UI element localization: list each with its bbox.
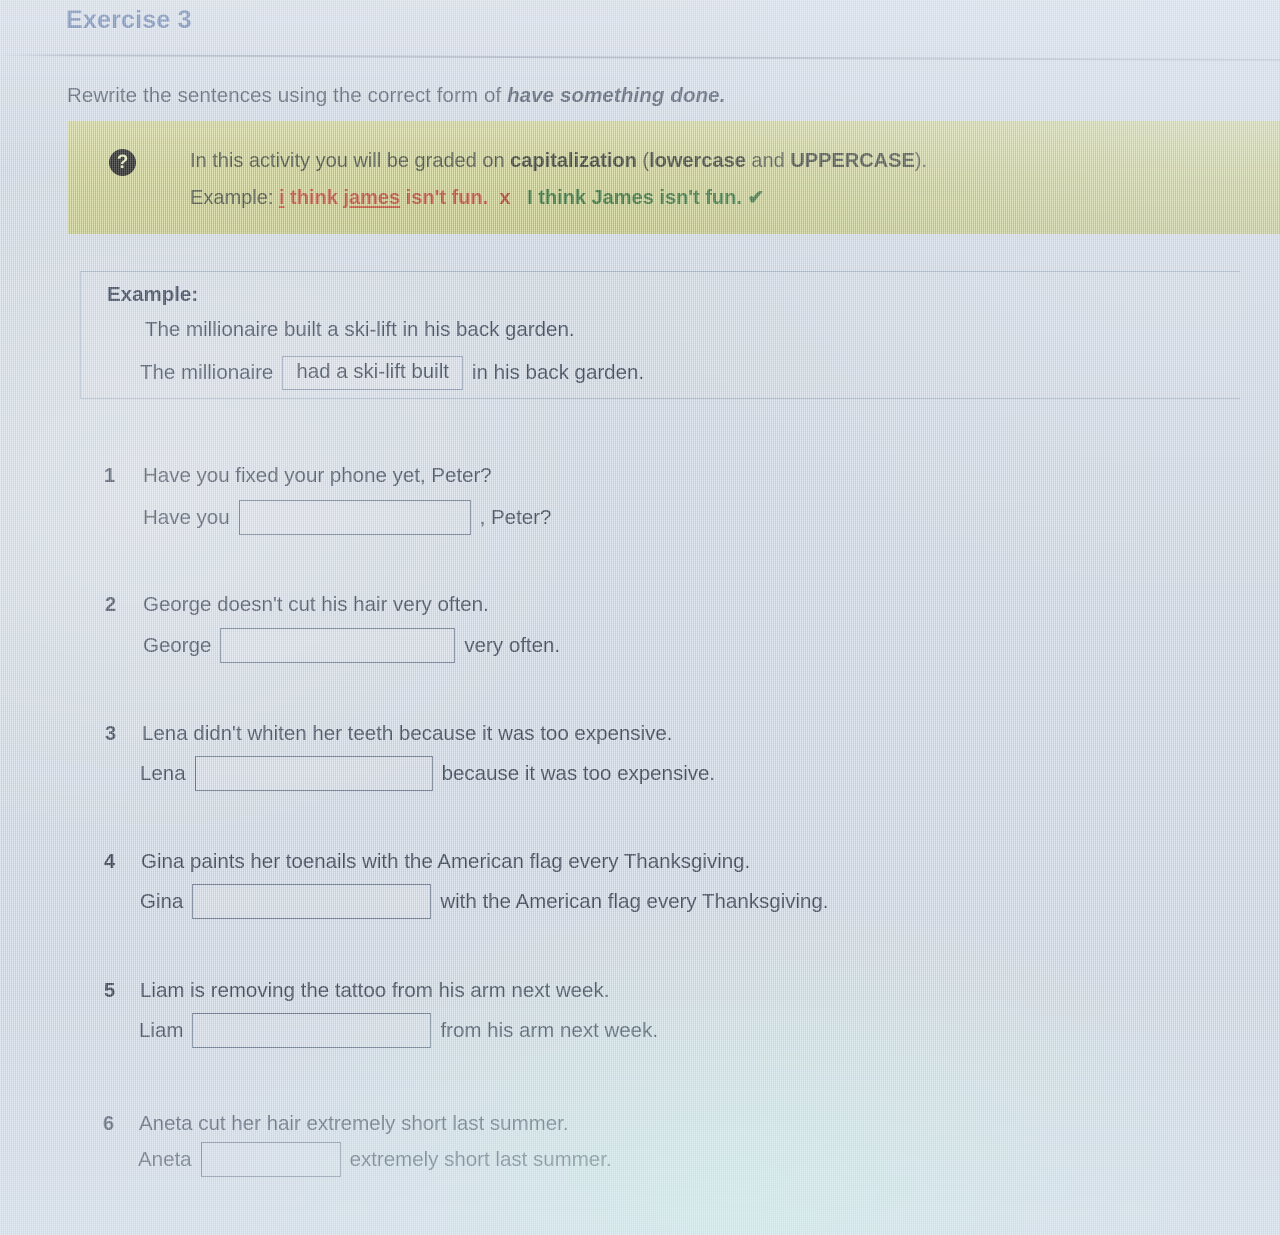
question-2-input[interactable] [220, 628, 456, 663]
instruction-italic: have something done. [507, 84, 726, 107]
question-mark-circle-icon: ? [109, 149, 136, 176]
question-1-answer-line: Have you , Peter? [143, 500, 551, 535]
notice-line-2: Example: i think james isn't fun. x I th… [190, 180, 927, 217]
notice-l1-bold-capitalization: capitalization [510, 150, 637, 172]
notice-example-label: Example: [190, 187, 279, 209]
question-6-prompt: Aneta cut her hair extremely short last … [139, 1112, 569, 1135]
question-1-input[interactable] [238, 500, 471, 535]
capitalization-notice: ? In this activity you will be graded on… [68, 121, 1280, 234]
example-rewrite-suffix: in his back garden. [472, 361, 645, 384]
notice-l1-a: In this activity you will be graded on [190, 150, 511, 172]
notice-l1-bold-uppercase: UPPERCASE [790, 150, 915, 172]
question-1-suffix: , Peter? [479, 505, 552, 529]
question-4-answer-line: Gina with the American flag every Thanks… [140, 884, 829, 919]
question-6-answer-line: Aneta extremely short last summer. [138, 1142, 612, 1177]
question-2-answer-line: George very often. [143, 628, 560, 663]
question-2-suffix: very often. [464, 633, 561, 657]
example-label: Example: [107, 283, 199, 306]
question-6-input[interactable] [200, 1142, 341, 1177]
page-title: Exercise 3 [66, 6, 192, 34]
question-3-prefix: Lena [140, 761, 186, 785]
question-5-suffix: from his arm next week. [440, 1018, 659, 1042]
notice-l1-d: ). [914, 150, 928, 172]
question-4-suffix: with the American flag every Thanksgivin… [440, 889, 829, 913]
question-6-suffix: extremely short last summer. [349, 1147, 612, 1171]
question-5-number: 5 [104, 980, 116, 1002]
question-2-prompt: George doesn't cut his hair very often. [143, 593, 489, 616]
question-1-prefix: Have you [143, 505, 230, 529]
notice-correct-sentence: I think James isn't fun. [527, 187, 742, 209]
instruction-prefix: Rewrite the sentences using the correct … [67, 84, 508, 107]
notice-wrong-tail: isn't fun. [400, 187, 489, 209]
question-2-prefix: George [143, 633, 212, 657]
question-1-prompt: Have you fixed your phone yet, Peter? [143, 464, 492, 487]
question-1-number: 1 [104, 465, 116, 487]
notice-l1-c: and [745, 150, 791, 172]
question-3-input[interactable] [194, 756, 433, 791]
notice-l1-bold-lowercase: lowercase [649, 150, 746, 172]
question-3-answer-line: Lena because it was too expensive. [140, 756, 715, 791]
question-5-prefix: Liam [139, 1018, 184, 1042]
question-5-prompt: Liam is removing the tattoo from his arm… [140, 979, 610, 1002]
question-5-answer-line: Liam from his arm next week. [139, 1013, 658, 1048]
example-rewrite-line: The millionaire had a ski-lift built in hi… [140, 356, 644, 390]
example-rewrite-prefix: The millionaire [140, 361, 274, 384]
example-original-sentence: The millionaire built a ski-lift in his … [145, 318, 575, 341]
question-4-number: 4 [104, 851, 116, 873]
instruction-text: Rewrite the sentences using the correct … [67, 84, 725, 108]
question-4-prompt: Gina paints her toenails with the Americ… [141, 850, 751, 873]
notice-wrong-james: james [343, 187, 401, 209]
question-3-number: 3 [105, 723, 117, 745]
worksheet-page: Exercise 3 Rewrite the sentences using t… [0, 0, 1280, 1235]
cross-icon: x [499, 187, 511, 209]
notice-l1-b: ( [636, 150, 650, 172]
question-3-prompt: Lena didn't whiten her teeth because it … [142, 722, 673, 745]
question-3-suffix: because it was too expensive. [441, 761, 716, 785]
check-icon: ✔ [747, 187, 765, 209]
question-6-number: 6 [103, 1113, 115, 1135]
question-4-prefix: Gina [140, 889, 184, 913]
notice-wrong-mid: think [284, 187, 344, 209]
notice-line-1: In this activity you will be graded on c… [190, 143, 927, 180]
header-divider [0, 54, 1280, 61]
question-6-prefix: Aneta [138, 1147, 192, 1171]
notice-text: In this activity you will be graded on c… [190, 143, 927, 217]
question-5-input[interactable] [192, 1013, 432, 1048]
question-4-input[interactable] [192, 884, 432, 919]
question-2-number: 2 [105, 594, 117, 616]
example-answer-slot: had a ski-lift built [282, 356, 463, 390]
